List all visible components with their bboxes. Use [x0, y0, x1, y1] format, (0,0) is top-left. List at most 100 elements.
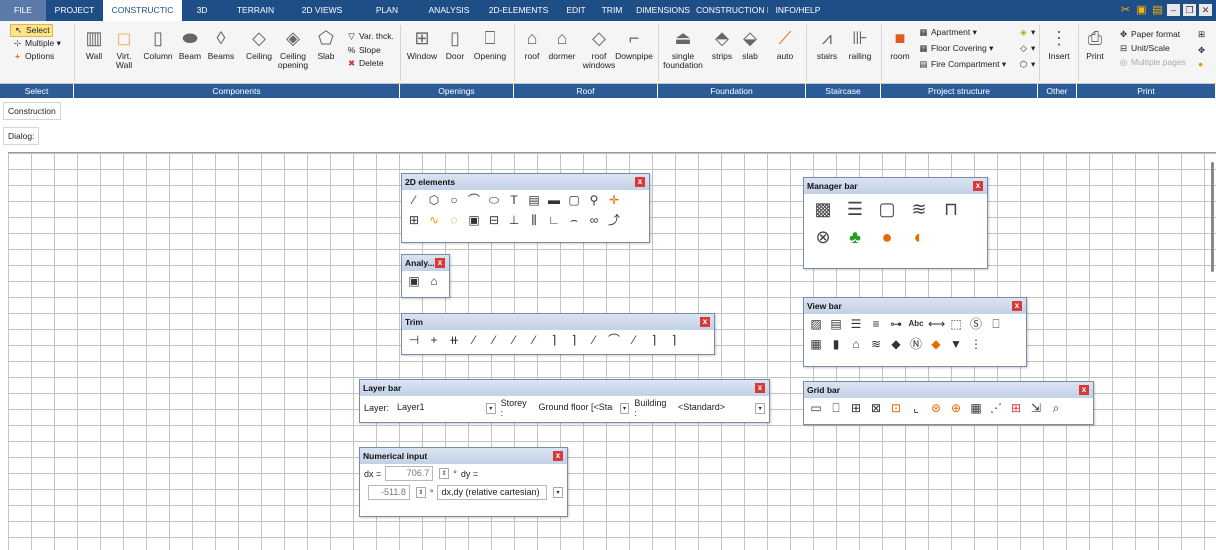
palette-title[interactable]: Numerical input x: [360, 448, 567, 464]
style-icon[interactable]: Ⓢ: [968, 316, 984, 332]
grid-dots-icon[interactable]: ⋰: [988, 400, 1004, 416]
roof-view-icon[interactable]: ⌂: [848, 336, 864, 352]
palette-analysis[interactable]: Analy... x ▣ ⌂: [401, 254, 450, 298]
building-select[interactable]: <Standard>: [674, 400, 749, 416]
planes-dropdown[interactable]: ◇ ▾: [1018, 43, 1035, 54]
trim-arc-icon[interactable]: ⌉: [646, 332, 662, 348]
foundation-slab-button[interactable]: ⬙ slab: [737, 27, 763, 61]
close-icon[interactable]: x: [553, 451, 563, 461]
trim-cross-icon[interactable]: +: [426, 332, 442, 348]
grid-cell-icon[interactable]: ⊠: [868, 400, 884, 416]
polygon-icon[interactable]: ⬡: [426, 192, 442, 208]
close-icon[interactable]: x: [973, 181, 983, 191]
arc-icon[interactable]: ⌒: [466, 192, 482, 208]
multiple-button[interactable]: ⊹ Multiple ▾: [12, 38, 61, 49]
text-box-icon[interactable]: ▤: [526, 192, 542, 208]
palette-layer-bar[interactable]: Layer bar x Layer: Layer1 ▾ Storey : Groun…: [359, 379, 770, 423]
trim-fillet-icon[interactable]: ⌒: [606, 332, 622, 348]
trim-slash-icon[interactable]: ⁄: [506, 332, 522, 348]
close-icon[interactable]: x: [755, 383, 765, 393]
block-icon[interactable]: ▣: [466, 212, 482, 228]
close-icon[interactable]: x: [1012, 301, 1022, 311]
chair-icon[interactable]: ⊓: [940, 198, 962, 220]
tab-analysis[interactable]: ANALYSIS: [419, 0, 479, 21]
pattern-icon[interactable]: ≋: [868, 336, 884, 352]
chain-icon[interactable]: ●: [876, 226, 898, 248]
ceiling-opening-button[interactable]: ◈ Ceiling opening: [276, 27, 310, 70]
single-foundation-button[interactable]: ⏏ single foundation: [662, 27, 704, 70]
trim-arc-icon[interactable]: ⌉: [666, 332, 682, 348]
chevron-down-icon[interactable]: ▾: [619, 402, 630, 414]
restore-icon[interactable]: ❐: [1183, 4, 1196, 16]
zoom-icon[interactable]: ⌕: [1048, 400, 1064, 416]
stairs-button[interactable]: ⩘ stairs: [812, 27, 842, 61]
north-icon[interactable]: Ⓝ: [908, 336, 924, 352]
roof-button[interactable]: ⌂ roof: [520, 27, 544, 61]
report-icon[interactable]: ▣: [406, 273, 422, 289]
circle-icon[interactable]: ○: [446, 192, 462, 208]
plot-icon[interactable]: ▦: [808, 336, 824, 352]
circle-dash-icon[interactable]: ◌: [446, 212, 462, 228]
palette-title[interactable]: Trim x: [402, 314, 714, 330]
link-icon[interactable]: ∞: [586, 212, 602, 228]
options-button[interactable]: + Options: [12, 51, 54, 62]
network-icon[interactable]: ⊗: [812, 226, 834, 248]
ceiling-button[interactable]: ◇ Ceiling: [244, 27, 274, 61]
palette-grid-bar[interactable]: Grid bar x ▭ ⎕ ⊞ ⊠ ⊡ ⌞ ⊛ ⊕ ▦ ⋰ ⊞ ⇲ ⌕: [803, 381, 1094, 425]
ellipse-icon[interactable]: ⬭: [486, 192, 502, 208]
line-icon[interactable]: ⁄: [406, 192, 422, 208]
trim-slash-icon[interactable]: ⁄: [626, 332, 642, 348]
mode-select[interactable]: dx,dy (relative cartesian): [437, 485, 548, 500]
lines-thick-icon[interactable]: ☰: [848, 316, 864, 332]
layers-dropdown[interactable]: ◈ ▾: [1018, 27, 1035, 38]
document-search-icon[interactable]: ▢: [876, 198, 898, 220]
cube-dropdown[interactable]: ⬡ ▾: [1018, 59, 1036, 70]
tab-terrain[interactable]: TERRAIN: [222, 0, 289, 21]
construction-tab[interactable]: Construction: [3, 102, 61, 120]
pin-icon[interactable]: ●: [1198, 59, 1203, 70]
marker-icon[interactable]: ⚲: [586, 192, 602, 208]
layout-icon[interactable]: ▣: [1135, 4, 1148, 16]
roof-windows-button[interactable]: ◇ roof windows: [582, 27, 616, 70]
tab-2d-elements[interactable]: 2D-ELEMENTS: [479, 0, 558, 21]
height-icon[interactable]: ⊥: [506, 212, 522, 228]
unit-scale-button[interactable]: ⊟ Unit/Scale: [1118, 43, 1170, 54]
palette-2d-elements[interactable]: 2D elements x ⁄ ⬡ ○ ⌒ ⬭ T ▤ ▬ ▢ ⚲ ✛ ⊞ ∿ ◌ ▣ ⊟ ⊥ ⫼ ∟ ⌢ ∞ ⤴: [401, 173, 650, 243]
tab-plan[interactable]: PLAN: [355, 0, 419, 21]
tab-constructic[interactable]: CONSTRUCTIC: [103, 0, 182, 21]
palette-title[interactable]: Manager bar x: [804, 178, 987, 194]
document-icon[interactable]: ▢: [566, 192, 582, 208]
print-button[interactable]: ⎙ Print: [1082, 27, 1108, 61]
grid-corner-icon[interactable]: ⌞: [908, 400, 924, 416]
lines-dashed-icon[interactable]: ≡: [868, 316, 884, 332]
opening-button[interactable]: ⎕ Opening: [470, 27, 510, 61]
trim-corner-icon[interactable]: ⌉: [546, 332, 562, 348]
grid-layout-icon[interactable]: ⊞: [848, 400, 864, 416]
grid-line-icon[interactable]: ▭: [808, 400, 824, 416]
diamond-icon[interactable]: ◆: [888, 336, 904, 352]
trim-slash-icon[interactable]: ⁄: [466, 332, 482, 348]
railing-button[interactable]: ⊪ railing: [843, 27, 877, 61]
pro-icon[interactable]: ▩: [812, 198, 834, 220]
palette-numerical-input[interactable]: Numerical input x dx = 706.7 ⇕ ° dy = -511…: [359, 447, 568, 517]
close-icon[interactable]: x: [1079, 385, 1089, 395]
downpipe-button[interactable]: ⌐ Downpipe: [614, 27, 654, 61]
trim-slash-icon[interactable]: ⁄: [486, 332, 502, 348]
beams-button[interactable]: ◊ Beams: [206, 27, 236, 61]
tab-project[interactable]: PROJECT: [46, 0, 103, 21]
auto-button[interactable]: ⟋ auto: [772, 27, 798, 61]
filter-icon[interactable]: ▼: [948, 336, 964, 352]
column-button[interactable]: ▯ Column: [143, 27, 173, 61]
more-icon[interactable]: ⋮: [968, 336, 984, 352]
beam-button[interactable]: ⬬ Beam: [177, 27, 203, 61]
symbol-icon[interactable]: ⊟: [486, 212, 502, 228]
trim-slash-icon[interactable]: ⁄: [586, 332, 602, 348]
grid-red-icon[interactable]: ⊞: [1008, 400, 1024, 416]
tab-construction-el[interactable]: CONSTRUCTION EL: [696, 0, 768, 21]
fill-view-icon[interactable]: ▤: [828, 316, 844, 332]
angle-icon[interactable]: ∟: [546, 212, 562, 228]
room-button[interactable]: ■ room: [886, 27, 914, 61]
grid-snap-icon[interactable]: ⊛: [928, 400, 944, 416]
dx-input[interactable]: 706.7: [385, 466, 434, 481]
list-icon[interactable]: ☰: [844, 198, 866, 220]
